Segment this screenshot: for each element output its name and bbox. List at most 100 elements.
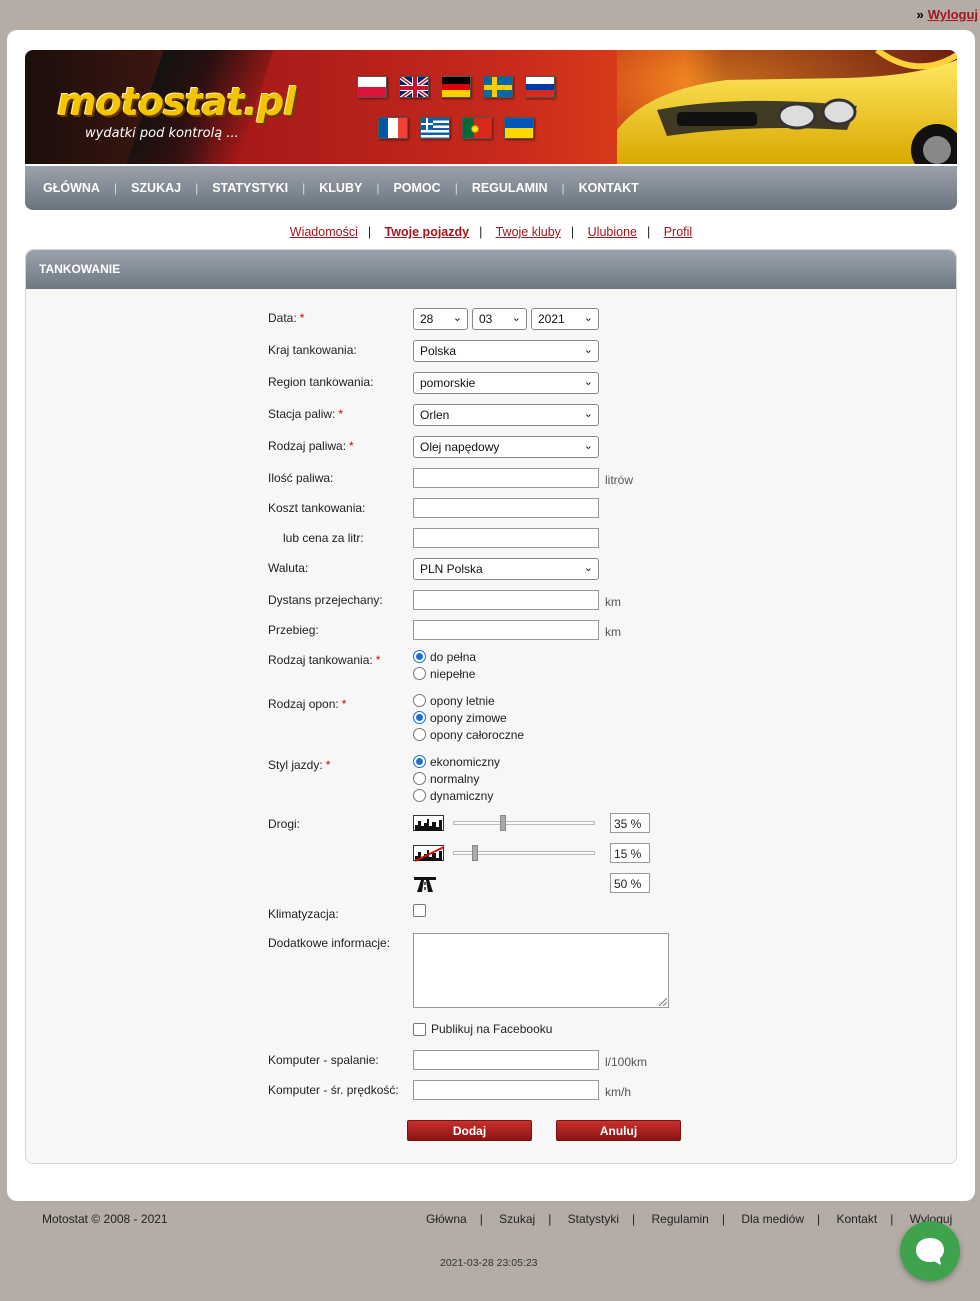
nav-pomoc[interactable]: POMOC [393, 181, 440, 195]
nav-regulamin[interactable]: REGULAMIN [472, 181, 548, 195]
amount-label: Ilość paliwa: [268, 471, 334, 485]
amount-unit: litrów [605, 473, 634, 487]
tires-option-label: opony całoroczne [430, 728, 525, 742]
style-option[interactable]: ekonomiczny [413, 755, 500, 769]
subnav-profil[interactable]: Profil [664, 225, 692, 239]
highway-percent-input[interactable]: 50 % [610, 873, 650, 893]
roads-label: Drogi: [268, 817, 301, 831]
date-day-select[interactable]: 28 ⌄ [413, 308, 468, 330]
uk-flag[interactable] [399, 76, 429, 98]
price-label: lub cena za litr: [283, 531, 364, 545]
tires-option-label: opony letnie [430, 694, 495, 708]
footer-link[interactable]: Statystyki [568, 1212, 619, 1226]
fuel-select[interactable]: Olej napędowy ⌄ [413, 436, 599, 458]
date-year-value: 2021 [538, 312, 565, 326]
fr-flag[interactable] [378, 117, 408, 139]
notes-label: Dodatkowe informacje: [268, 936, 391, 950]
price-input[interactable] [413, 528, 599, 548]
cancel-button[interactable]: Anuluj [556, 1120, 681, 1141]
nav-glowna[interactable]: GŁÓWNA [43, 181, 100, 195]
ac-label: Klimatyzacja: [268, 907, 339, 921]
city-percent-input[interactable]: 35 % [610, 813, 650, 833]
radio-icon [413, 667, 426, 680]
add-button[interactable]: Dodaj [407, 1120, 532, 1141]
chat-button[interactable] [900, 1221, 960, 1281]
pt-flag[interactable] [462, 117, 492, 139]
radio-icon [413, 772, 426, 785]
computer-consumption-input[interactable] [413, 1050, 599, 1070]
computer-speed-input[interactable] [413, 1080, 599, 1100]
date-label-text: Data: [268, 311, 297, 325]
city-slider[interactable] [453, 815, 595, 831]
date-month-select[interactable]: 03 ⌄ [472, 308, 527, 330]
computer-speed-label: Komputer - śr. prędkość: [268, 1083, 399, 1097]
cost-input[interactable] [413, 498, 599, 518]
style-option[interactable]: normalny [413, 772, 479, 786]
slider-knob[interactable] [500, 815, 506, 831]
footer-link[interactable]: Główna [426, 1212, 467, 1226]
currency-label: Waluta: [268, 561, 309, 575]
computer-consumption-unit: l/100km [605, 1055, 648, 1069]
tires-option-label: opony zimowe [430, 711, 507, 725]
required-mark: * [325, 758, 331, 772]
nav-szukaj[interactable]: SZUKAJ [131, 181, 181, 195]
subnav-twoje-kluby[interactable]: Twoje kluby [496, 225, 561, 239]
city-road-icon [413, 815, 444, 831]
fill-type-option[interactable]: niepełne [413, 667, 475, 681]
currency-select[interactable]: PLN Polska ⌄ [413, 558, 599, 580]
style-label: Styl jazdy: * [268, 758, 330, 772]
subnav-wiadomosci[interactable]: Wiadomości [290, 225, 358, 239]
subnav-twoje-pojazdy[interactable]: Twoje pojazdy [385, 225, 470, 239]
facebook-checkbox[interactable] [413, 1023, 426, 1036]
gr-flag[interactable] [420, 117, 450, 139]
country-select[interactable]: Polska ⌄ [413, 340, 599, 362]
ua-flag[interactable] [504, 117, 534, 139]
nav-kluby[interactable]: KLUBY [319, 181, 362, 195]
footer-link[interactable]: Szukaj [499, 1212, 535, 1226]
fill-type-label: Rodzaj tankowania: * [268, 653, 380, 667]
footer-link[interactable]: Dla mediów [741, 1212, 804, 1226]
date-year-select[interactable]: 2021 ⌄ [531, 308, 599, 330]
currency-value: PLN Polska [420, 562, 483, 576]
slider-knob[interactable] [472, 845, 478, 861]
amount-input[interactable] [413, 468, 599, 488]
se-flag[interactable] [483, 76, 513, 98]
site-logo[interactable]: motostat.pl wydatki pod kontrolą ... [57, 80, 296, 141]
radio-icon [413, 694, 426, 707]
country-percent-input[interactable]: 15 % [610, 843, 650, 863]
pl-flag[interactable] [357, 76, 387, 98]
station-select[interactable]: Orlen ⌄ [413, 404, 599, 426]
fill-type-option[interactable]: do pełna [413, 650, 476, 664]
country-road-icon [413, 845, 445, 862]
region-select[interactable]: pomorskie ⌄ [413, 372, 599, 394]
style-option-label: ekonomiczny [430, 755, 501, 769]
footer-link[interactable]: Regulamin [651, 1212, 708, 1226]
radio-icon [413, 728, 426, 741]
subnav-ulubione[interactable]: Ulubione [588, 225, 637, 239]
de-flag[interactable] [441, 76, 471, 98]
logout-link[interactable]: Wyloguj [928, 7, 978, 22]
footer-link[interactable]: Kontakt [837, 1212, 878, 1226]
distance-unit: km [605, 595, 621, 609]
tires-option[interactable]: opony całoroczne [413, 728, 524, 742]
country-slider[interactable] [453, 845, 595, 861]
ru-flag[interactable] [525, 76, 555, 98]
chevron-down-icon: ⌄ [583, 344, 593, 356]
tires-label: Rodzaj opon: * [268, 697, 346, 711]
tires-option[interactable]: opony letnie [413, 694, 495, 708]
footer-links: Główna | Szukaj | Statystyki | Regulamin | D… [426, 1212, 952, 1226]
resize-handle-icon[interactable] [659, 998, 667, 1006]
notes-textarea[interactable] [413, 933, 669, 1008]
site-header: motostat.pl wydatki pod kontrolą ... [25, 50, 957, 164]
nav-kontakt[interactable]: KONTAKT [579, 181, 639, 195]
facebook-option[interactable]: Publikuj na Facebooku [413, 1022, 552, 1036]
country-label: Kraj tankowania: [268, 343, 357, 357]
odometer-input[interactable] [413, 620, 599, 640]
ac-checkbox[interactable] [413, 904, 426, 917]
nav-statystyki[interactable]: STATYSTYKI [212, 181, 288, 195]
required-mark: * [375, 653, 381, 667]
style-option[interactable]: dynamiczny [413, 789, 493, 803]
footer-timestamp: 2021-03-28 23:05:23 [440, 1257, 538, 1269]
tires-option[interactable]: opony zimowe [413, 711, 507, 725]
distance-input[interactable] [413, 590, 599, 610]
